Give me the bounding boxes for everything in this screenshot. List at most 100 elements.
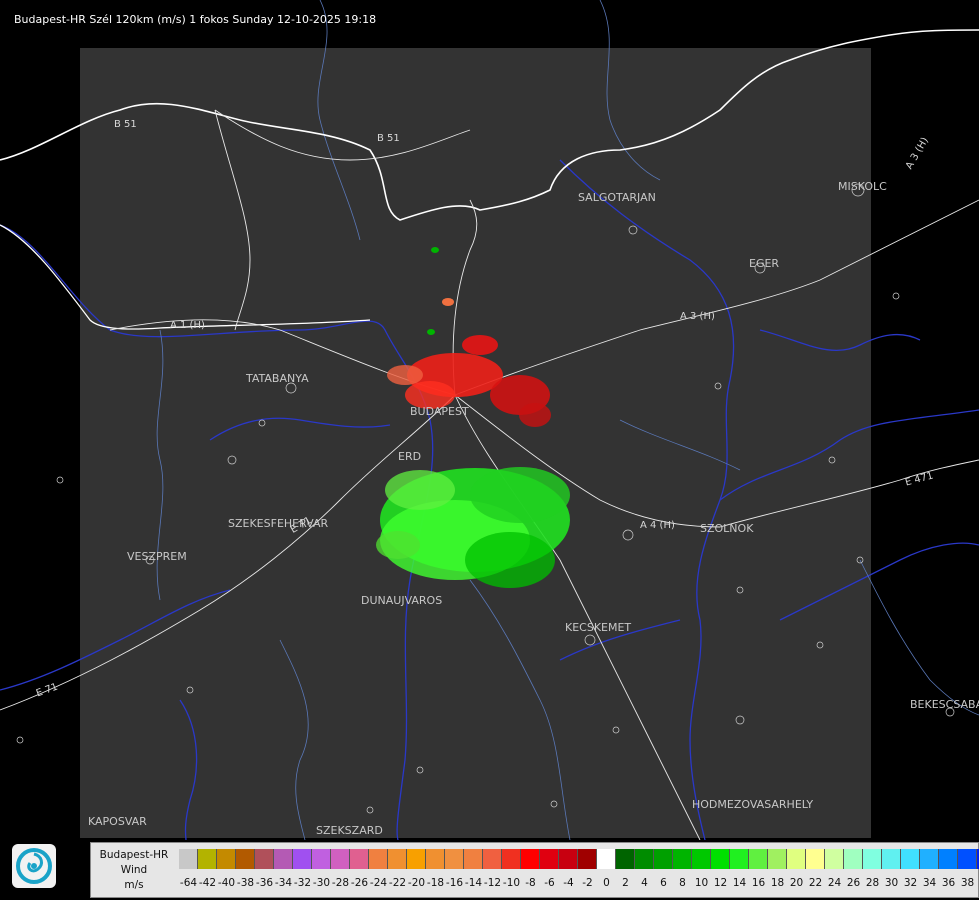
legend-swatch [768,849,787,869]
legend-swatch [730,849,749,869]
legend-swatch [711,849,730,869]
legend-swatch [882,849,901,869]
legend-tick-label: -28 [331,877,350,889]
legend-swatch [920,849,939,869]
legend-tick-label: -26 [350,877,369,889]
map-title: Budapest-HR Szél 120km (m/s) 1 fokos Sun… [14,13,377,26]
legend-swatch [787,849,806,869]
legend-tick-label: -14 [464,877,483,889]
legend-swatch [692,849,711,869]
legend-tick-label: 4 [641,877,648,889]
legend-swatch [654,849,673,869]
legend-title: Budapest-HR Wind m/s [91,848,177,893]
place-erd: ERD [398,450,422,463]
legend-swatch [616,849,635,869]
legend-swatch [673,849,692,869]
legend-tick-label: -24 [369,877,388,889]
place-kaposvar: KAPOSVAR [88,815,147,828]
legend-tick-label: 10 [694,877,709,889]
legend-product-name: Wind [120,864,148,876]
legend-swatch [331,849,350,869]
legend-tick-label: -12 [483,877,502,889]
legend-swatch [901,849,920,869]
legend-swatch [939,849,958,869]
legend-tick-label: -10 [502,877,521,889]
legend-swatch [217,849,236,869]
legend-radar-name: Budapest-HR [99,849,169,861]
legend-tick-label: -22 [388,877,407,889]
legend-swatch [350,849,369,869]
legend-tick-label: -38 [236,877,255,889]
legend-swatch [464,849,483,869]
legend-swatch [806,849,825,869]
legend-tick-label: 28 [865,877,880,889]
legend-tick-label: 14 [732,877,747,889]
legend-swatch [578,849,597,869]
legend-swatch [502,849,521,869]
legend-swatches [179,849,979,869]
legend-swatch [274,849,293,869]
legend-tick-label: -42 [198,877,217,889]
place-kecskemet: KECSKEMET [565,621,632,634]
legend-tick-label: -40 [217,877,236,889]
legend-tick-label: -36 [255,877,274,889]
legend-tick-label: 2 [622,877,629,889]
legend-tick-label: 32 [903,877,918,889]
legend-swatch [635,849,654,869]
place-szolnok: SZOLNOK [700,522,754,535]
legend-swatch [844,849,863,869]
place-veszprem: VESZPREM [127,550,187,563]
legend-swatch [445,849,464,869]
radar-coverage-area [80,48,871,838]
place-bekescsaba: BEKESCSABA [910,698,979,711]
legend-swatch [426,849,445,869]
legend-swatch [179,849,198,869]
legend-swatch [293,849,312,869]
legend-swatch [521,849,540,869]
legend-swatch [312,849,331,869]
legend-swatch [958,849,977,869]
legend-tick-label: 18 [770,877,785,889]
legend-tick-label: 6 [660,877,667,889]
map-canvas [0,0,979,840]
place-hodmezovasarhely: HODMEZOVASARHELY [692,798,814,811]
legend-tick-label: -2 [582,877,593,889]
legend-swatch [407,849,426,869]
legend-tick-label: -20 [407,877,426,889]
place-eger: EGER [749,257,780,270]
place-tatabanya: TATABANYA [246,372,309,385]
swirl-icon [16,848,52,884]
legend-tick-label: 8 [679,877,686,889]
road-label-b51-west: B 51 [114,119,137,130]
legend-tick-label: -6 [544,877,555,889]
place-budapest: BUDAPEST [410,405,469,418]
legend-tick-label: -18 [426,877,445,889]
legend-tick-label: 30 [884,877,899,889]
legend-tick-label: 26 [846,877,861,889]
legend-swatch [255,849,274,869]
legend-tick-label: -16 [445,877,464,889]
legend-tick-label: 36 [941,877,956,889]
legend-swatch [559,849,578,869]
legend-tick-label: 34 [922,877,937,889]
legend-swatch [825,849,844,869]
road-label-a4: A 4 (H) [640,520,675,531]
road-label-a3: A 3 (H) [680,311,715,322]
place-szekszard: SZEKSZARD [316,824,383,837]
legend-tick-label: 38 [960,877,975,889]
legend-swatch [749,849,768,869]
legend-swatch [236,849,255,869]
color-scale-legend: Budapest-HR Wind m/s -64 -42 -40 -38 -36 -34-… [90,842,979,898]
legend-tick-label: -30 [312,877,331,889]
legend-tick-label: -32 [293,877,312,889]
legend-tick-label: -64 [179,877,198,889]
legend-swatch [369,849,388,869]
legend-tick-labels: -64 -42 -40 -38 -36 -34 -32 -30 -28 -26 -24 -22 -20-… [179,877,979,891]
road-label-a1: A 1 (H) [170,320,205,331]
legend-swatch [540,849,559,869]
legend-swatch [483,849,502,869]
legend-tick-label: 16 [751,877,766,889]
legend-tick-label: 22 [808,877,823,889]
legend-tick-label: 12 [713,877,728,889]
legend-swatch [863,849,882,869]
